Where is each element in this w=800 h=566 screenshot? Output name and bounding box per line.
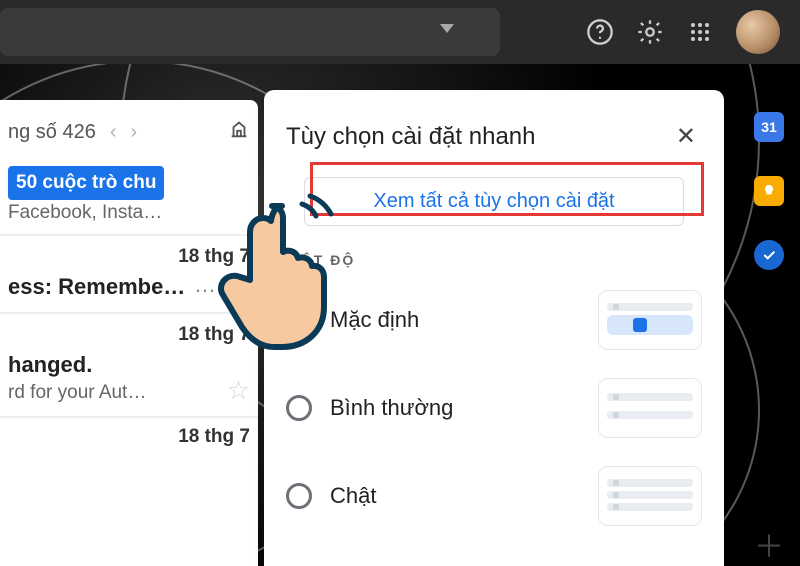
- close-icon[interactable]: ✕: [670, 118, 702, 155]
- radio-icon: [286, 307, 312, 333]
- tasks-icon[interactable]: [754, 240, 784, 270]
- radio-label: Mặc định: [330, 307, 580, 333]
- density-preview-default: [598, 290, 702, 350]
- mail-list: ng số 426 ‹ › 50 cuộc trò chu Facebook, …: [0, 100, 258, 566]
- mail-row[interactable]: 18 thg 7 hanged. rd for your Aut… ☆: [0, 314, 258, 418]
- density-preview-comfortable: [598, 378, 702, 438]
- density-heading: MẬT ĐỘ: [288, 252, 702, 268]
- help-icon[interactable]: [586, 18, 614, 46]
- chevron-right-icon[interactable]: ›: [131, 121, 138, 144]
- panel-title: Tùy chọn cài đặt nhanh: [286, 123, 670, 151]
- mail-count-bar: ng số 426 ‹ ›: [0, 112, 258, 152]
- mail-date: 18 thg 7: [0, 418, 258, 448]
- topbar: [0, 0, 800, 64]
- star-icon[interactable]: ☆: [227, 375, 250, 406]
- mail-count-text: ng số 426: [8, 121, 96, 144]
- radio-icon: [286, 483, 312, 509]
- mail-date: 18 thg 7: [8, 246, 250, 268]
- mail-row[interactable]: 18 thg 7 ess: Remembe… … ☆: [0, 236, 258, 314]
- see-all-settings-button[interactable]: Xem tất cả tùy chọn cài đặt: [304, 177, 684, 226]
- density-option-compact[interactable]: Chật: [286, 456, 702, 544]
- add-addon-icon[interactable]: ＋: [754, 522, 784, 566]
- quick-settings-panel: Tùy chọn cài đặt nhanh ✕ Xem tất cả tùy …: [264, 90, 724, 566]
- calendar-date: 31: [761, 119, 777, 135]
- keep-icon[interactable]: [754, 176, 784, 206]
- apps-grid-icon[interactable]: [686, 18, 714, 46]
- star-icon[interactable]: ☆: [227, 271, 250, 302]
- side-panel: 31 ＋: [738, 64, 800, 566]
- search-bar[interactable]: [0, 8, 500, 56]
- category-subtext: Facebook, Insta…: [0, 202, 258, 236]
- mail-date: 18 thg 7: [8, 324, 250, 346]
- search-dropdown-caret-icon[interactable]: [440, 24, 454, 33]
- avatar[interactable]: [736, 10, 780, 54]
- radio-icon: [286, 395, 312, 421]
- category-badge[interactable]: 50 cuộc trò chu: [8, 166, 164, 200]
- radio-label: Bình thường: [330, 395, 580, 421]
- mail-preview: rd for your Aut…: [8, 382, 250, 404]
- density-option-comfortable[interactable]: Bình thường: [286, 368, 702, 456]
- calendar-icon[interactable]: 31: [754, 112, 784, 142]
- chevron-left-icon[interactable]: ‹: [110, 121, 117, 144]
- radio-label: Chật: [330, 483, 580, 509]
- input-tools-icon[interactable]: [228, 118, 250, 146]
- mail-more-icon[interactable]: …: [194, 272, 218, 298]
- gear-icon[interactable]: [636, 18, 664, 46]
- mail-subject: hanged.: [8, 352, 250, 378]
- density-option-default[interactable]: Mặc định: [286, 280, 702, 368]
- density-preview-compact: [598, 466, 702, 526]
